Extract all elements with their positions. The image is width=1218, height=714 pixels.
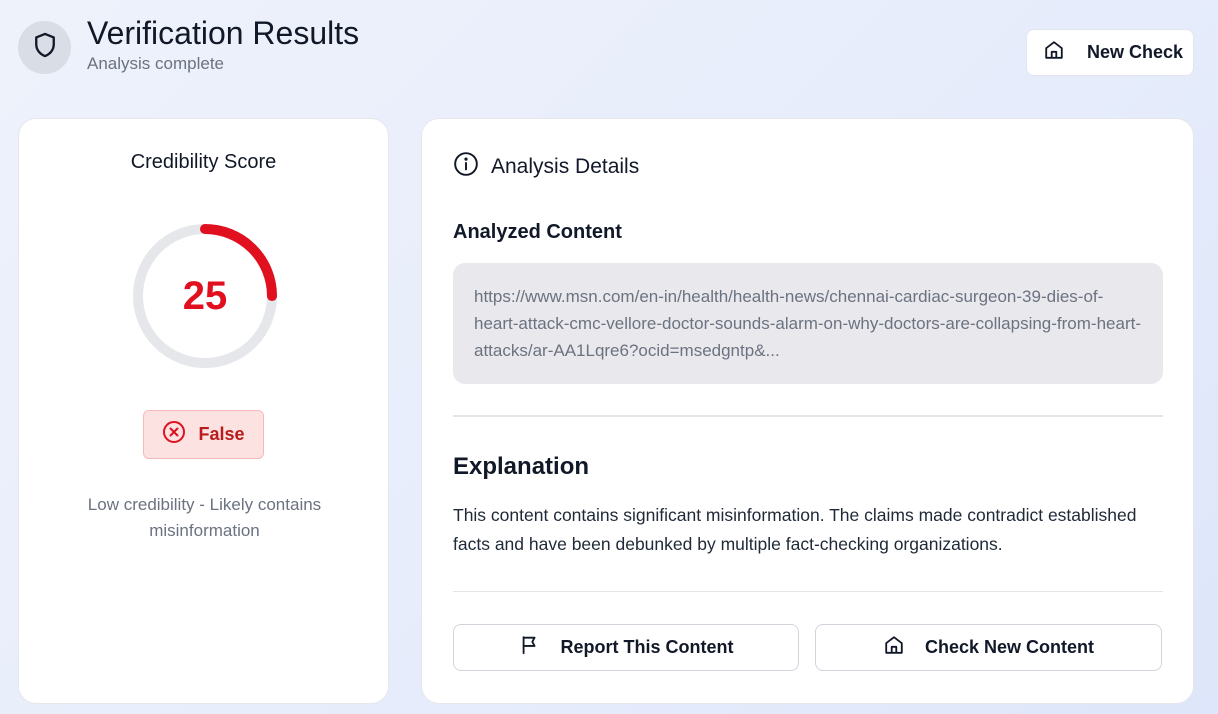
page-title: Verification Results	[87, 15, 360, 51]
check-new-content-button[interactable]: Check New Content	[815, 624, 1162, 671]
new-check-button[interactable]: New Check	[1026, 29, 1194, 76]
divider	[453, 591, 1163, 592]
score-value: 25	[182, 273, 228, 318]
explanation-text: This content contains significant misinf…	[453, 505, 1137, 554]
check-new-content-label: Check New Content	[924, 637, 1095, 657]
analyzed-content-title: Analyzed Content	[453, 221, 622, 243]
explanation-title: Explanation	[453, 453, 590, 480]
home-icon	[883, 634, 905, 661]
shield-icon	[31, 31, 59, 64]
verdict-badge: False	[143, 410, 264, 459]
score-card: Credibility Score 25 False Low credibili…	[18, 118, 389, 704]
page-subtitle: Analysis complete	[87, 54, 225, 73]
page-header: Verification Results Analysis complete	[18, 15, 359, 74]
score-title: Credibility Score	[130, 151, 277, 173]
new-check-label: New Check	[1087, 42, 1184, 62]
home-icon	[1043, 39, 1065, 66]
flag-icon	[519, 634, 541, 661]
details-heading: Analysis Details	[453, 151, 639, 182]
details-card: Analysis Details Analyzed Content https:…	[421, 118, 1194, 704]
report-content-button[interactable]: Report This Content	[453, 624, 799, 671]
details-heading-label: Analysis Details	[491, 154, 640, 178]
verdict-label: False	[198, 424, 245, 444]
score-description: Low credibility - Likely contains misinf…	[87, 495, 322, 540]
x-circle-icon	[162, 420, 186, 449]
info-icon	[453, 151, 479, 182]
logo-badge	[18, 20, 71, 74]
report-content-label: Report This Content	[560, 637, 734, 657]
analyzed-content-box: https://www.msn.com/en-in/health/health-…	[453, 263, 1163, 384]
divider	[453, 415, 1163, 417]
